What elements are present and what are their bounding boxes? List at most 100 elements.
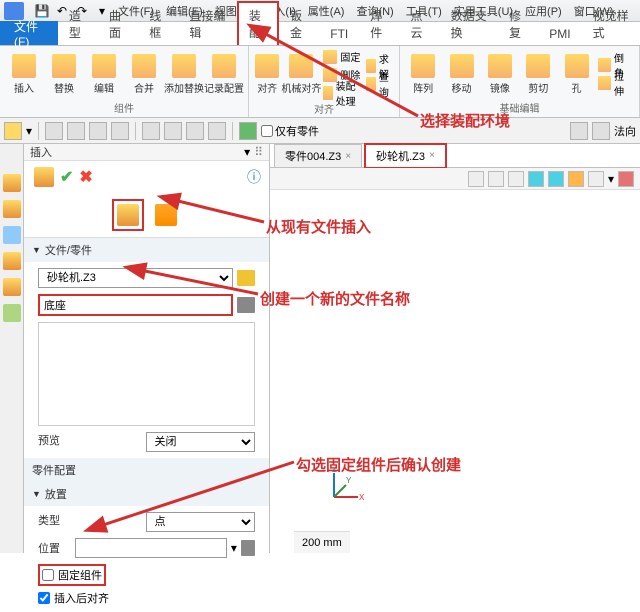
close-icon[interactable]: × (429, 150, 435, 161)
ct-icon-5[interactable] (548, 171, 564, 187)
file-list[interactable] (38, 322, 255, 426)
strip-icon-1[interactable] (3, 174, 21, 192)
btn-mirror[interactable]: 镜像 (483, 48, 517, 100)
chevron-down-icon: ▼ (32, 245, 41, 255)
tab-repair[interactable]: 修复 (498, 2, 538, 45)
tb-icon-9[interactable] (208, 122, 226, 140)
btn-array[interactable]: 阵列 (406, 48, 440, 100)
tab-assembly[interactable]: 装配 (237, 1, 279, 45)
close-icon[interactable]: × (345, 151, 351, 162)
tab-exchange[interactable]: 数据交换 (440, 2, 498, 45)
btn-query[interactable]: 查询 (366, 75, 393, 92)
tab-surface[interactable]: 曲面 (98, 2, 138, 45)
name-input[interactable] (38, 294, 233, 316)
btn-stretch[interactable]: 拉伸 (598, 75, 633, 92)
panel-dropdown-icon[interactable]: ▾ (244, 145, 250, 159)
tb-refresh-icon[interactable] (239, 122, 257, 140)
tab-visual[interactable]: 视觉样式 (582, 2, 640, 45)
fix-component-check[interactable]: 固定组件 (38, 564, 106, 586)
btn-move[interactable]: 移动 (444, 48, 478, 100)
preview-label: 预览 (38, 432, 138, 452)
ct-icon-4[interactable] (528, 171, 544, 187)
strip-icon-6[interactable] (3, 304, 21, 322)
tab-weld[interactable]: 焊件 (359, 2, 399, 45)
tab-fti[interactable]: FTI (319, 22, 359, 45)
doc-tab-2[interactable]: 砂轮机.Z3× (364, 143, 447, 169)
qat-save-icon[interactable]: 💾 (33, 3, 51, 19)
cancel-icon[interactable]: ✖ (79, 167, 92, 187)
insert-new-button[interactable] (150, 199, 182, 231)
file-tab[interactable]: 文件(F) (0, 21, 58, 45)
normal-label: 法向 (614, 123, 636, 139)
btn-addrep[interactable]: 添加替换 (166, 48, 202, 100)
insert-align-check[interactable]: 插入后对齐 (38, 590, 255, 606)
ct-icon-6[interactable] (568, 171, 584, 187)
tb-icon-4[interactable] (89, 122, 107, 140)
pos-pick-icon[interactable] (241, 540, 255, 556)
canvas-toolbar: ▾ (270, 168, 640, 190)
left-strip (0, 144, 24, 553)
svg-text:Y: Y (346, 476, 352, 485)
tb-icon-3[interactable] (67, 122, 85, 140)
tab-direct[interactable]: 直接编辑 (178, 2, 236, 45)
tb-icon-8[interactable] (186, 122, 204, 140)
btn-hole[interactable]: 孔 (559, 48, 593, 100)
strip-icon-4[interactable] (3, 252, 21, 270)
type-label: 类型 (38, 512, 138, 532)
config-section-header[interactable]: 零件配置 (24, 458, 269, 482)
folder-icon[interactable] (237, 270, 255, 286)
btn-fix[interactable]: 固定 (323, 48, 362, 65)
pick-icon[interactable] (237, 297, 255, 313)
tb-dropdown-1[interactable]: ▾ (26, 124, 32, 138)
tab-model[interactable]: 造型 (58, 2, 98, 45)
ct-icon-8[interactable] (618, 171, 634, 187)
btn-merge[interactable]: 合并 (126, 48, 162, 100)
btn-insert[interactable]: 插入 (6, 48, 42, 100)
btn-edit[interactable]: 编辑 (86, 48, 122, 100)
ct-icon-7[interactable] (588, 171, 604, 187)
btn-asmproc[interactable]: 装配处理 (323, 84, 362, 101)
ct-icon-3[interactable] (508, 171, 524, 187)
btn-align[interactable]: 对齐 (255, 48, 279, 101)
strip-icon-5[interactable] (3, 278, 21, 296)
pos-input[interactable] (75, 538, 227, 558)
canvas-view[interactable]: Z X Y 200 mm (270, 190, 640, 553)
tb-icon-r2[interactable] (592, 122, 610, 140)
tab-sheet[interactable]: 钣金 (279, 2, 319, 45)
ct-icon-1[interactable] (468, 171, 484, 187)
insert-from-file-button[interactable] (112, 199, 144, 231)
preview-select[interactable]: 关闭 (146, 432, 256, 452)
tab-pmi[interactable]: PMI (538, 22, 581, 45)
btn-cut[interactable]: 剪切 (521, 48, 555, 100)
place-section-header[interactable]: ▼ 放置 (24, 482, 269, 506)
tb-icon-2[interactable] (45, 122, 63, 140)
tb-icon-5[interactable] (111, 122, 129, 140)
only-parts-check[interactable]: 仅有零件 (261, 123, 319, 139)
doc-tab-1[interactable]: 零件004.Z3× (274, 144, 362, 167)
tb-icon-6[interactable] (142, 122, 160, 140)
file-select[interactable]: 砂轮机.Z3 (38, 268, 233, 288)
strip-icon-3[interactable] (3, 226, 21, 244)
insert-mode-buttons (24, 193, 269, 238)
btn-reccfg[interactable]: 记录配置 (206, 48, 242, 100)
info-icon[interactable]: ⓘ (247, 167, 261, 187)
action-icon[interactable] (34, 167, 54, 187)
strip-icon-2[interactable] (3, 200, 21, 218)
btn-mechalign[interactable]: 机械对齐 (283, 48, 319, 101)
tab-cloud[interactable]: 点云 (399, 2, 439, 45)
tb-icon-7[interactable] (164, 122, 182, 140)
axis-gizmo[interactable]: Z X Y (324, 467, 364, 507)
sub-toolbar: ▾ 仅有零件 法向 (0, 118, 640, 144)
confirm-icon[interactable]: ✔ (60, 167, 73, 187)
group-label-edit: 基础编辑 (406, 100, 633, 115)
ct-icon-2[interactable] (488, 171, 504, 187)
tb-icon-r1[interactable] (570, 122, 588, 140)
tab-wire[interactable]: 线框 (138, 2, 178, 45)
btn-replace[interactable]: 替换 (46, 48, 82, 100)
panel-title: 插入 (30, 144, 240, 160)
type-select[interactable]: 点 (146, 512, 256, 532)
ct-dropdown-icon[interactable]: ▾ (608, 172, 614, 186)
tb-icon-1[interactable] (4, 122, 22, 140)
file-section-header[interactable]: ▼ 文件/零件 (24, 238, 269, 262)
panel-grip-icon[interactable]: ⠿ (254, 145, 263, 159)
